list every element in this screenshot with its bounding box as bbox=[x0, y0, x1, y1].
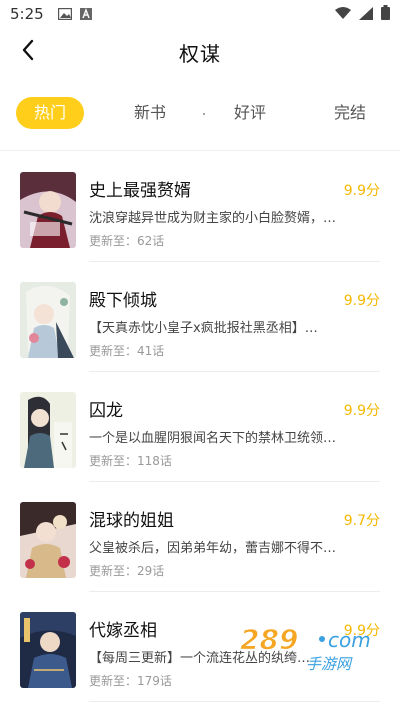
item-score: 9.9分 bbox=[343, 183, 380, 199]
status-time: 5:25 bbox=[10, 5, 44, 23]
tab-top-rated[interactable]: 好评 bbox=[200, 96, 300, 130]
item-description: 【天真赤忱小皇子x疯批报社黑丞相】… bbox=[89, 321, 318, 336]
svg-text:手游网: 手游网 bbox=[306, 655, 353, 673]
a-icon bbox=[79, 5, 92, 24]
watermark-logo: 289 com 手游网 bbox=[236, 617, 386, 677]
item-update: 更新至：29话 bbox=[89, 564, 165, 578]
item-update: 更新至：118话 bbox=[89, 454, 172, 468]
cover-image bbox=[20, 282, 76, 358]
item-title: 混球的姐姐 bbox=[89, 511, 174, 531]
image-icon bbox=[57, 5, 72, 24]
back-button[interactable] bbox=[10, 34, 46, 70]
cover-image bbox=[20, 392, 76, 468]
item-title: 殿下倾城 bbox=[89, 291, 157, 311]
list-item[interactable]: 殿下倾城 9.9分 【天真赤忱小皇子x疯批报社黑丞相】… 更新至：41话 bbox=[0, 262, 400, 372]
list-item[interactable]: 混球的姐姐 9.7分 父皇被杀后，因弟弟年幼，蕾吉娜不得不… 更新至：29话 bbox=[0, 482, 400, 592]
tab-completed[interactable]: 完结 bbox=[300, 96, 400, 130]
svg-text:com: com bbox=[328, 628, 371, 652]
signal-icon bbox=[359, 5, 373, 24]
tab-label: 完结 bbox=[333, 103, 366, 122]
item-title: 代嫁丞相 bbox=[89, 621, 157, 641]
list-item[interactable]: 史上最强赘婿 9.9分 沈浪穿越异世成为财主家的小白脸赘婿，… 更新至：62话 bbox=[0, 152, 400, 262]
item-description: 一个是以血腥阴狠闻名天下的禁林卫统领… bbox=[89, 431, 337, 446]
page-title: 权谋 bbox=[179, 41, 221, 66]
item-description: 沈浪穿越异世成为财主家的小白脸赘婿，… bbox=[89, 211, 337, 226]
tab-new[interactable]: 新书 bbox=[100, 96, 200, 130]
item-title: 囚龙 bbox=[89, 401, 123, 421]
item-update: 更新至：179话 bbox=[89, 674, 172, 688]
title-bar: 权谋 bbox=[0, 28, 400, 76]
item-score: 9.7分 bbox=[343, 513, 380, 529]
chevron-left-icon bbox=[21, 39, 35, 65]
item-title: 史上最强赘婿 bbox=[89, 181, 191, 201]
tab-label: 热门 bbox=[15, 97, 84, 129]
cover-image bbox=[20, 172, 76, 248]
list-item[interactable]: 囚龙 9.9分 一个是以血腥阴狠闻名天下的禁林卫统领… 更新至：118话 bbox=[0, 372, 400, 482]
item-update: 更新至：62话 bbox=[89, 234, 165, 248]
tab-hot[interactable]: 热门 bbox=[0, 96, 100, 130]
item-divider bbox=[89, 701, 380, 702]
item-update: 更新至：41话 bbox=[89, 344, 165, 358]
category-tabs: 热门 新书 好评 完结 bbox=[0, 96, 400, 130]
svg-text:289: 289 bbox=[240, 623, 298, 656]
tab-label: 新书 bbox=[133, 103, 166, 122]
wifi-icon bbox=[335, 5, 351, 24]
status-bar: 5:25 bbox=[0, 0, 400, 28]
item-score: 9.9分 bbox=[343, 403, 380, 419]
item-score: 9.9分 bbox=[343, 293, 380, 309]
tab-label: 好评 bbox=[233, 103, 266, 122]
battery-icon bbox=[381, 4, 390, 24]
item-description: 父皇被杀后，因弟弟年幼，蕾吉娜不得不… bbox=[89, 541, 337, 556]
cover-image bbox=[20, 612, 76, 688]
cover-image bbox=[20, 502, 76, 578]
tabs-divider bbox=[0, 150, 400, 151]
separator-dot bbox=[203, 113, 205, 115]
